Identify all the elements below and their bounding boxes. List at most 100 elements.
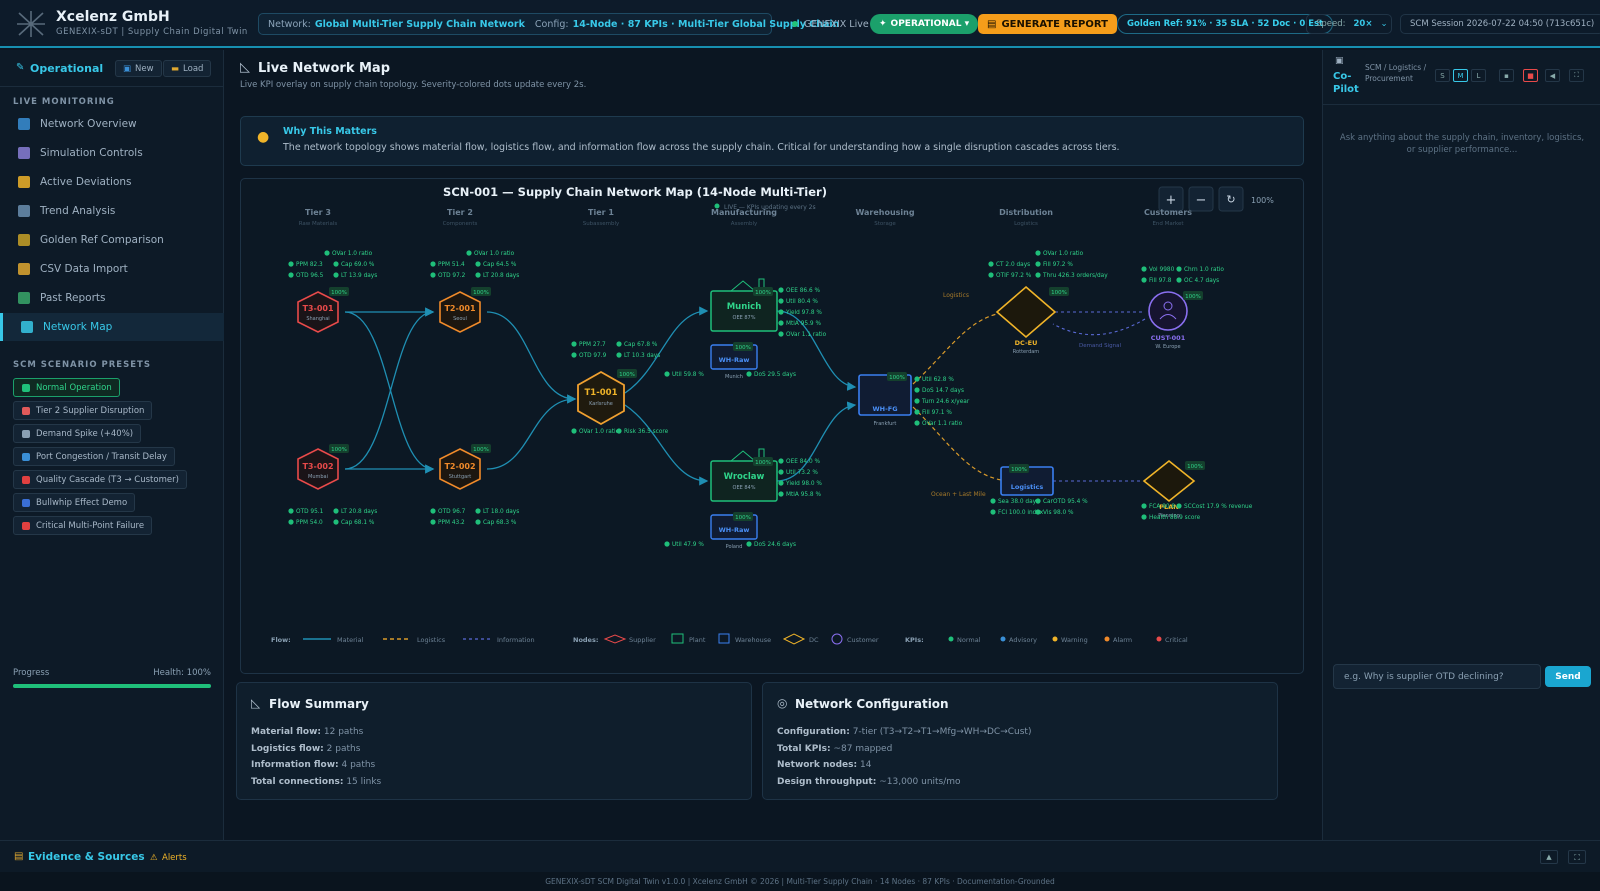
size-l-button[interactable]: L (1471, 69, 1486, 82)
sidebar-item-past-reports[interactable]: Past Reports (0, 284, 224, 312)
kpi-t2001-4[interactable]: LT 20.8 days (475, 272, 519, 279)
kpi-munich-0[interactable]: OEE 86.6 % (778, 287, 820, 294)
preset-quality-cascade-t3-customer[interactable]: Quality Cascade (T3 → Customer) (13, 470, 187, 489)
zoom-out-button[interactable]: − (1188, 186, 1214, 212)
kpi-cust-1[interactable]: Chrn 1.0 ratio (1176, 266, 1224, 273)
kpi-munich-1[interactable]: Util 80.4 % (778, 298, 818, 305)
node-plant-wroclaw[interactable]: Wroclaw OEE 84% 100% (710, 448, 778, 502)
speed-select[interactable]: Speed: 20× ⌄ (1306, 14, 1392, 34)
node-plan[interactable]: PLAN Planning 100% (1142, 459, 1205, 519)
kpi-whraw2-0[interactable]: Util 47.9 % (664, 541, 704, 548)
kpi-t2001-2[interactable]: Cap 64.5 % (475, 261, 517, 268)
kpi-t3002-0[interactable]: OTD 95.1 (288, 508, 324, 515)
kpi-t1001-5[interactable]: Risk 36.5 score (616, 428, 669, 435)
kpi-wroclaw-0[interactable]: OEE 84.0 % (778, 458, 820, 465)
kpi-plan-1[interactable]: SCCost 17.9 % revenue (1176, 503, 1253, 510)
kpi-t2001-0[interactable]: OVar 1.0 ratio (466, 250, 515, 257)
kpi-t3001-0[interactable]: OVar 1.0 ratio (324, 250, 373, 257)
mode-label[interactable]: Operational (30, 62, 103, 75)
kpi-dceu-0[interactable]: OVar 1.0 ratio (1035, 250, 1084, 257)
evidence-sources-tab[interactable]: Evidence & Sources (28, 851, 145, 863)
expand-icon[interactable]: ⛶ (1569, 69, 1584, 82)
generate-report-button[interactable]: ▤ GENERATE REPORT (978, 14, 1117, 34)
kpi-whfg-3[interactable]: Fill 97.1 % (914, 409, 952, 416)
kpi-t1001-3[interactable]: LT 10.3 days (616, 352, 660, 359)
send-button[interactable]: Send (1545, 666, 1591, 687)
collapse-icon[interactable]: ◀ (1545, 69, 1560, 82)
preset-normal-operation[interactable]: Normal Operation (13, 378, 120, 397)
kpi-dceu-1[interactable]: CT 2.0 days (988, 261, 1030, 268)
kpi-t2001-3[interactable]: OTD 97.2 (430, 272, 466, 279)
preset-critical-multi-point-failure[interactable]: Critical Multi-Point Failure (13, 516, 153, 535)
node-t2-001[interactable]: T2-001 Seoul 100% (439, 287, 491, 333)
node-t3-001[interactable]: T3-001 Shanghai 100% (297, 287, 349, 333)
kpi-t3002-1[interactable]: LT 20.8 days (333, 508, 377, 515)
kpi-t3001-3[interactable]: OTD 96.5 (288, 272, 324, 279)
sidebar-item-trend-analysis[interactable]: Trend Analysis (0, 197, 224, 225)
preset-port-congestion-transit-delay[interactable]: Port Congestion / Transit Delay (13, 447, 175, 466)
size-s-button[interactable]: S (1435, 69, 1450, 82)
golden-ref-badge[interactable]: Golden Ref: 91% · 35 SLA · 52 Doc · 0 Es… (1117, 14, 1334, 34)
status-dropdown[interactable]: ✦ OPERATIONAL ▾ (870, 14, 979, 34)
node-t3-002[interactable]: T3-002 Mumbai 100% (297, 444, 349, 490)
kpi-t3002-3[interactable]: Cap 68.1 % (333, 519, 375, 526)
preset-bullwhip-effect-demo[interactable]: Bullwhip Effect Demo (13, 493, 136, 512)
alerts-tab[interactable]: Alerts (162, 853, 187, 863)
size-m-button[interactable]: M (1453, 69, 1468, 82)
expand-icon[interactable]: ⛶ (1568, 850, 1586, 864)
preset-tier-2-supplier-disruption[interactable]: Tier 2 Supplier Disruption (13, 401, 153, 420)
network-map-canvas[interactable]: SCN-001 — Supply Chain Network Map (14-N… (241, 179, 1304, 674)
copilot-input[interactable]: e.g. Why is supplier OTD declining? (1333, 664, 1541, 689)
kpi-logistics-0[interactable]: Sea 38.0 days (990, 498, 1039, 505)
kpi-dceu-3[interactable]: OTIF 97.2 % (988, 272, 1032, 279)
kpi-t1001-4[interactable]: OVar 1.0 ratio (571, 428, 620, 435)
new-button[interactable]: ▣ New (115, 60, 162, 77)
reset-zoom-button[interactable]: ↻ (1218, 186, 1244, 212)
kpi-wroclaw-1[interactable]: Util 73.2 % (778, 469, 818, 476)
stop-icon[interactable]: ■ (1523, 69, 1538, 82)
kpi-whfg-1[interactable]: DoS 14.7 days (914, 387, 964, 394)
node-t2-002[interactable]: T2-002 Stuttgart 100% (439, 444, 491, 490)
kpi-t3001-1[interactable]: PPM 82.3 (288, 261, 323, 268)
kpi-wroclaw-3[interactable]: MtlA 95.8 % (778, 491, 821, 498)
node-t1-001[interactable]: T1-001 Karlsruhe 100% (577, 369, 637, 426)
kpi-dceu-2[interactable]: Fill 97.2 % (1035, 261, 1073, 268)
kpi-wroclaw-2[interactable]: Yield 98.0 % (778, 480, 822, 487)
chevron-up-icon[interactable]: ▲ (1540, 850, 1558, 864)
sidebar-item-network-map[interactable]: Network Map (0, 313, 224, 341)
kpi-whraw1-0[interactable]: Util 59.8 % (664, 371, 704, 378)
kpi-t1001-2[interactable]: OTD 97.9 (571, 352, 607, 359)
node-logistics[interactable]: Logistics 100% (1000, 464, 1054, 496)
sidebar-item-network-overview[interactable]: Network Overview (0, 110, 224, 138)
kpi-t3001-2[interactable]: Cap 69.0 % (333, 261, 375, 268)
kpi-t3001-4[interactable]: LT 13.9 days (333, 272, 377, 279)
kpi-cust-3[interactable]: OC 4.7 days (1176, 277, 1219, 284)
kpi-plan-2[interactable]: Health 88.9 score (1141, 514, 1201, 521)
sidebar-item-csv-data-import[interactable]: CSV Data Import (0, 255, 224, 283)
node-dc-eu[interactable]: DC-EU Rotterdam 100% (995, 285, 1069, 355)
kpi-t2002-0[interactable]: OTD 96.7 (430, 508, 466, 515)
kpi-t2001-1[interactable]: PPM 51.4 (430, 261, 465, 268)
network-selector[interactable]: Network: Global Multi-Tier Supply Chain … (258, 13, 839, 35)
kpi-whraw1-1[interactable]: DoS 29.5 days (746, 371, 796, 378)
kpi-cust-2[interactable]: Fill 97.8 (1141, 277, 1172, 284)
kpi-t2002-1[interactable]: LT 18.0 days (475, 508, 519, 515)
kpi-t1001-0[interactable]: PPM 27.7 (571, 341, 606, 348)
kpi-plan-0[interactable]: FCA 90.8 (1141, 503, 1175, 510)
kpi-logistics-1[interactable]: CarOTD 95.4 % (1035, 498, 1088, 505)
node-wh-fg[interactable]: WH-FG Frankfurt 100% (858, 372, 912, 427)
network-map[interactable]: SCN-001 — Supply Chain Network Map (14-N… (240, 178, 1304, 674)
node-plant-munich[interactable]: Munich OEE 87% 100% (710, 278, 778, 332)
kpi-whraw2-1[interactable]: DoS 24.6 days (746, 541, 796, 548)
kpi-cust-0[interactable]: Vol 9980 (1141, 266, 1175, 273)
save-icon[interactable]: ▪ (1499, 69, 1514, 82)
preset-demand-spike-40[interactable]: Demand Spike (+40%) (13, 424, 142, 443)
kpi-whfg-4[interactable]: OVar 1.1 ratio (914, 420, 963, 427)
sidebar-item-golden-ref-comparison[interactable]: Golden Ref Comparison (0, 226, 224, 254)
kpi-t3002-2[interactable]: PPM 54.0 (288, 519, 323, 526)
kpi-whfg-2[interactable]: Turn 24.6 x/year (914, 398, 970, 405)
kpi-munich-4[interactable]: OVar 1.1 ratio (778, 331, 827, 338)
kpi-t2002-3[interactable]: Cap 68.3 % (475, 519, 517, 526)
kpi-t1001-1[interactable]: Cap 67.8 % (616, 341, 658, 348)
node-customer[interactable]: CUST-001 W. Europe 100% (1148, 291, 1203, 350)
